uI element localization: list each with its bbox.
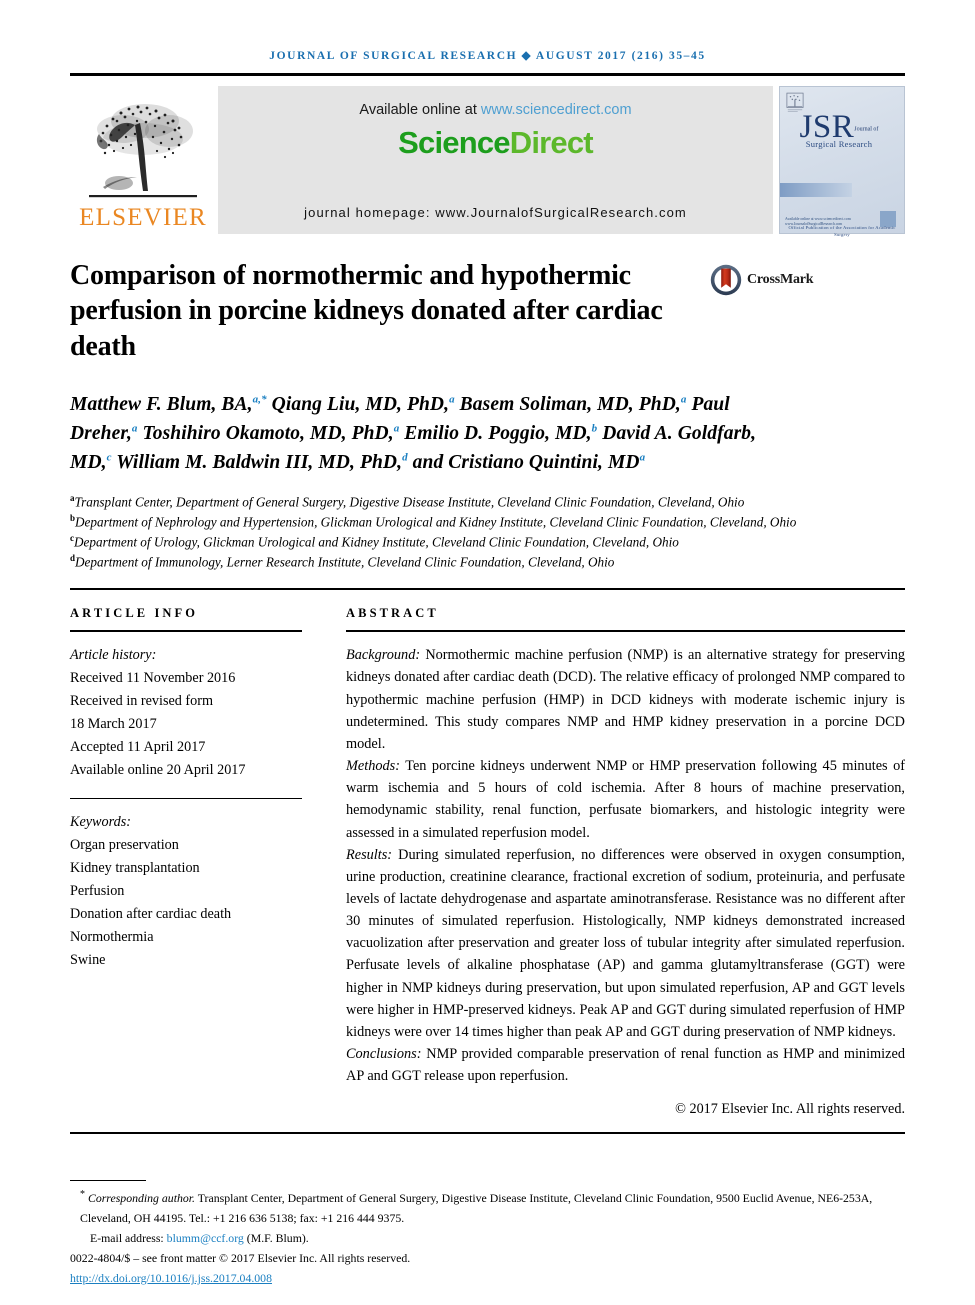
corresponding-author-label: Corresponding author. xyxy=(87,1191,196,1206)
affiliation-item: aTransplant Center, Department of Genera… xyxy=(70,492,870,512)
article-info-rule xyxy=(70,630,302,633)
sciencedirect-wordmark: ScienceDirect xyxy=(398,125,593,161)
abstract-column: ABSTRACT Background: Normothermic machin… xyxy=(346,606,905,1118)
elsevier-logo: ELSEVIER xyxy=(70,86,216,234)
keyword-item: Donation after cardiac death xyxy=(70,906,232,923)
keyword-item: Swine xyxy=(70,952,106,969)
footnote-rule xyxy=(70,1180,146,1182)
email-suffix: (M.F. Blum). xyxy=(243,1230,309,1245)
author-list: Matthew F. Blum, BA,a,* Qiang Liu, MD, P… xyxy=(70,393,757,474)
abstract-results: Results: During simulated reperfusion, n… xyxy=(346,844,905,1043)
sciencedirect-banner: Available online at www.sciencedirect.co… xyxy=(218,86,773,234)
issn-line: 0022-4804/$ – see front matter © 2017 El… xyxy=(70,1250,411,1265)
available-online-line: Available online at www.sciencedirect.co… xyxy=(359,102,631,118)
email-note: E-mail address: blumm@ccf.org (M.F. Blum… xyxy=(70,1229,905,1249)
journal-homepage-line[interactable]: journal homepage: www.JournalofSurgicalR… xyxy=(218,205,773,220)
doi-link[interactable]: http://dx.doi.org/10.1016/j.jss.2017.04.… xyxy=(70,1269,905,1289)
abstract-results-text: During simulated reperfusion, no differe… xyxy=(346,846,905,1040)
history-item: Available online 20 April 2017 xyxy=(70,762,246,779)
history-item: 18 March 2017 xyxy=(70,716,157,733)
crossmark-badge[interactable]: CrossMark xyxy=(710,264,814,296)
email-link[interactable]: blumm@ccf.org xyxy=(167,1231,244,1245)
article-history-label: Article history: xyxy=(70,647,157,664)
cover-acronym-sup: Journal of xyxy=(854,126,879,133)
abstract-conclusions-text: NMP provided comparable preservation of … xyxy=(346,1046,905,1085)
history-item: Received 11 November 2016 xyxy=(70,670,236,687)
elsevier-tree-icon xyxy=(89,104,197,198)
abstract-copyright: © 2017 Elsevier Inc. All rights reserved… xyxy=(675,1101,905,1118)
affiliation-text: Department of Nephrology and Hypertensio… xyxy=(75,514,797,530)
journal-cover-thumbnail: JSRJournal of Surgical Research Official… xyxy=(779,86,905,237)
affiliation-item: cDepartment of Urology, Glickman Urologi… xyxy=(70,532,870,552)
history-item: Received in revised form xyxy=(70,693,214,710)
history-item: Accepted 11 April 2017 xyxy=(70,739,206,756)
cover-subtitle: Surgical Research xyxy=(805,139,873,149)
article-first-page: JOURNAL OF SURGICAL RESEARCH ◆ AUGUST 20… xyxy=(0,0,975,1305)
affiliation-text: Transplant Center, Department of General… xyxy=(74,493,745,509)
keywords-label: Keywords: xyxy=(70,814,131,831)
keywords-block: Keywords: Organ preservation Kidney tran… xyxy=(70,811,302,972)
elsevier-wordmark: ELSEVIER xyxy=(79,204,207,231)
keyword-item: Normothermia xyxy=(70,929,154,946)
cover-title-block: JSRJournal of Surgical Research xyxy=(780,111,898,150)
crossmark-icon[interactable] xyxy=(710,264,742,296)
running-head: JOURNAL OF SURGICAL RESEARCH ◆ AUGUST 20… xyxy=(269,50,706,62)
abstract-methods-label: Methods: xyxy=(346,758,400,775)
affiliation-item: dDepartment of Immunology, Lerner Resear… xyxy=(70,552,870,572)
keyword-item: Perfusion xyxy=(70,883,125,900)
abstract-body: Background: Normothermic machine perfusi… xyxy=(346,644,905,1087)
keyword-item: Organ preservation xyxy=(70,837,179,854)
crossmark-label: CrossMark xyxy=(747,272,814,287)
available-online-prefix: Available online at xyxy=(359,102,481,118)
keywords-divider xyxy=(70,798,302,800)
sciencedirect-tail: Direct xyxy=(509,125,594,160)
abstract-rule xyxy=(346,630,905,633)
masthead: ELSEVIER Available online at www.science… xyxy=(70,86,905,237)
abstract-results-label: Results: xyxy=(346,846,393,863)
abstract-methods-text: Ten porcine kidneys underwent NMP or HMP… xyxy=(346,758,905,841)
header-rule xyxy=(70,73,905,76)
abstract-background-text: Normothermic machine perfusion (NMP) is … xyxy=(346,647,905,752)
article-info-column: ARTICLE INFO Article history: Received 1… xyxy=(70,606,302,1118)
affiliation-item: bDepartment of Nephrology and Hypertensi… xyxy=(70,512,870,532)
keyword-item: Kidney transplantation xyxy=(70,860,200,877)
affiliation-text: Department of Immunology, Lerner Researc… xyxy=(75,554,615,570)
article-info-heading: ARTICLE INFO xyxy=(70,606,199,621)
abstract-conclusions: Conclusions: NMP provided comparable pre… xyxy=(346,1043,905,1087)
cover-accent-bar xyxy=(780,183,852,197)
cover-footer-text: Available online at www.sciencedirect.co… xyxy=(785,216,851,227)
corresponding-author-text: Transplant Center, Department of General… xyxy=(80,1191,873,1226)
article-history-block: Article history: Received 11 November 20… xyxy=(70,644,302,782)
abstract-background: Background: Normothermic machine perfusi… xyxy=(346,644,905,755)
info-abstract-columns: ARTICLE INFO Article history: Received 1… xyxy=(70,606,905,1118)
footnote-asterisk: * xyxy=(80,1189,85,1201)
section-divider-bottom xyxy=(70,1132,905,1135)
page-title: Comparison of normothermic and hypotherm… xyxy=(70,260,663,362)
abstract-conclusions-label: Conclusions: xyxy=(346,1046,422,1063)
abstract-background-label: Background: xyxy=(346,647,421,664)
sciencedirect-url-link[interactable]: www.sciencedirect.com xyxy=(481,102,632,118)
title-row: Comparison of normothermic and hypotherm… xyxy=(70,258,905,364)
abstract-methods: Methods: Ten porcine kidneys underwent N… xyxy=(346,755,905,844)
sciencedirect-head: Science xyxy=(398,125,510,160)
corresponding-author-note: * Corresponding author. Transplant Cente… xyxy=(70,1187,905,1229)
email-label: E-mail address: xyxy=(90,1230,164,1245)
page-footnotes: * Corresponding author. Transplant Cente… xyxy=(70,1180,905,1288)
affiliation-list: aTransplant Center, Department of Genera… xyxy=(70,492,870,573)
affiliation-text: Department of Urology, Glickman Urologic… xyxy=(74,534,679,550)
abstract-heading: ABSTRACT xyxy=(346,606,439,621)
section-divider-top xyxy=(70,588,905,591)
